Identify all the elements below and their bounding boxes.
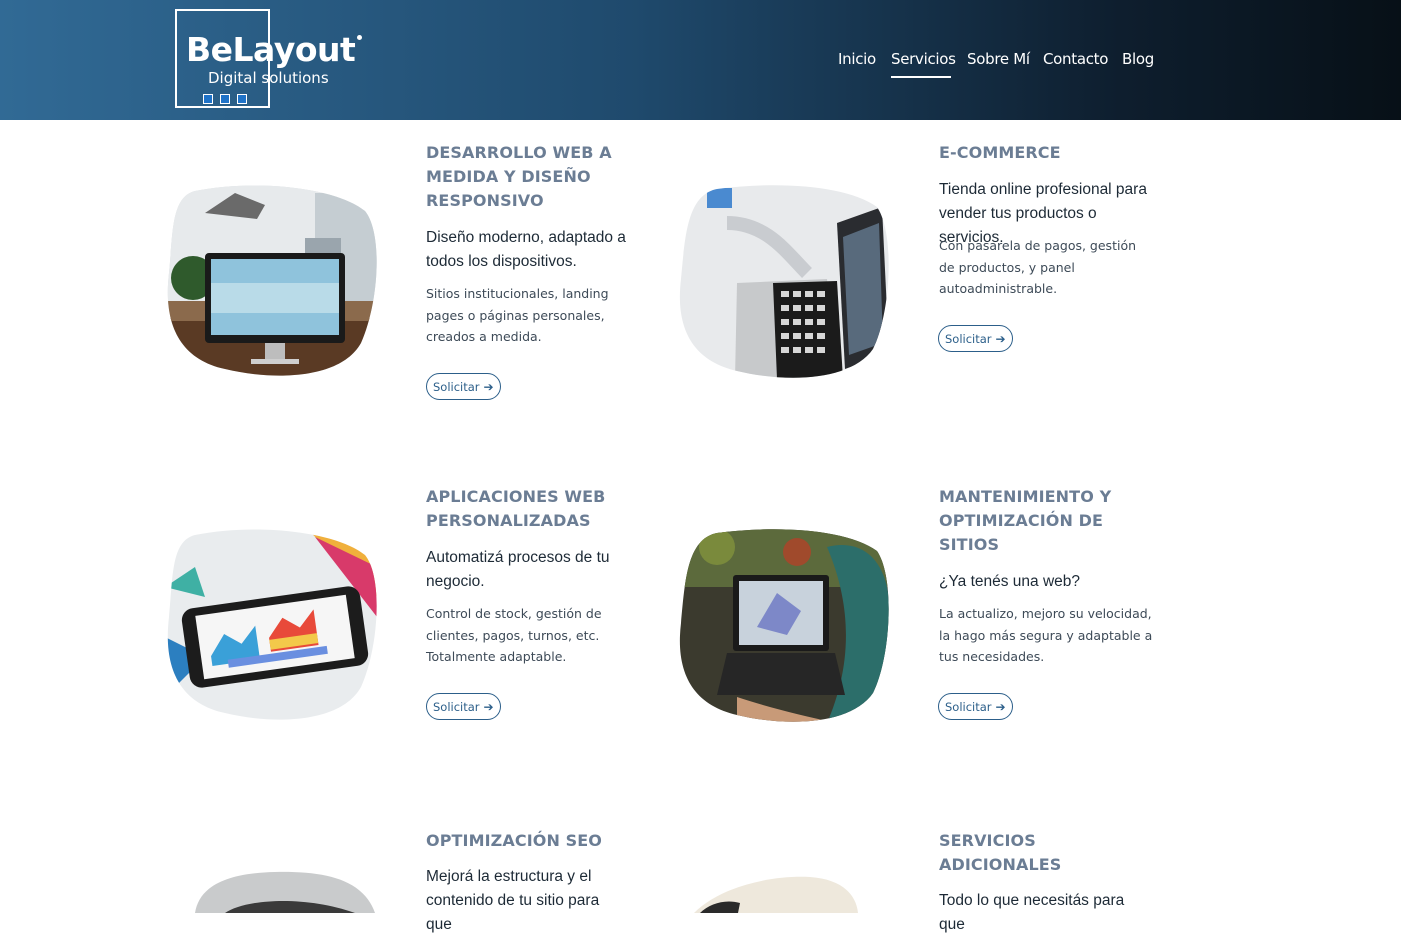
service-description: Control de stock, gestión de clientes, p… — [426, 606, 602, 664]
solicitar-button[interactable]: Solicitar ➔ — [938, 693, 1013, 720]
arrow-right-icon: ➔ — [995, 331, 1006, 346]
service-image-additional — [690, 875, 860, 913]
button-label: Solicitar — [433, 379, 480, 394]
nav-active-indicator — [891, 76, 951, 78]
service-image-desktop-monitor — [165, 183, 377, 379]
service-image-seo — [185, 871, 377, 913]
button-label: Solicitar — [945, 699, 992, 714]
service-title: APLICACIONES WEB PERSONALIZADAS — [426, 487, 606, 530]
nav-item-servicios[interactable]: Servicios — [891, 48, 956, 70]
logo-tagline: Digital solutions — [208, 69, 329, 87]
logo-square-icon — [220, 94, 230, 104]
nav-item-blog[interactable]: Blog — [1122, 48, 1154, 70]
logo-square-icon — [203, 94, 213, 104]
service-lead: Diseño moderno, adaptado a todos los dis… — [426, 229, 626, 270]
service-image-laptop-3d — [677, 527, 889, 723]
service-title: MANTENIMIENTO Y OPTIMIZACIÓN DE SITIOS — [939, 487, 1112, 554]
nav-item-sobre-mi[interactable]: Sobre Mí — [967, 48, 1030, 70]
service-description: La actualizo, mejoro su velocidad, la ha… — [939, 606, 1153, 664]
service-title: OPTIMIZACIÓN SEO — [426, 831, 602, 850]
service-lead: Mejorá la estructura y el contenido de t… — [426, 868, 600, 933]
solicitar-button[interactable]: Solicitar ➔ — [426, 693, 501, 720]
service-description: Con pasarela de pagos, gestión de produc… — [939, 238, 1137, 296]
service-lead: Automatizá procesos de tu negocio. — [426, 549, 610, 590]
arrow-right-icon: ➔ — [483, 699, 494, 714]
arrow-right-icon: ➔ — [995, 699, 1006, 714]
service-title: E-COMMERCE — [939, 143, 1061, 162]
service-title: DESARROLLO WEB A MEDIDA Y DISEÑO RESPONS… — [426, 143, 612, 210]
solicitar-button[interactable]: Solicitar ➔ — [426, 373, 501, 400]
service-image-phone-charts — [165, 527, 377, 723]
button-label: Solicitar — [945, 331, 992, 346]
service-description: Sitios institucionales, landing pages o … — [426, 286, 609, 344]
button-label: Solicitar — [433, 699, 480, 714]
site-header: BeLayout Digital solutions Inicio Servic… — [0, 0, 1401, 120]
nav-item-inicio[interactable]: Inicio — [838, 48, 876, 70]
solicitar-button[interactable]: Solicitar ➔ — [938, 325, 1013, 352]
arrow-right-icon: ➔ — [483, 379, 494, 394]
service-image-laptop-cart — [677, 183, 889, 379]
nav-item-contacto[interactable]: Contacto — [1043, 48, 1108, 70]
service-lead: Todo lo que necesitás para que — [939, 892, 1125, 933]
logo-name[interactable]: BeLayout — [186, 30, 356, 70]
logo-registered-dot — [357, 35, 362, 40]
service-lead: ¿Ya tenés una web? — [939, 573, 1081, 590]
service-title: SERVICIOS ADICIONALES — [939, 831, 1062, 874]
logo-square-icon — [237, 94, 247, 104]
